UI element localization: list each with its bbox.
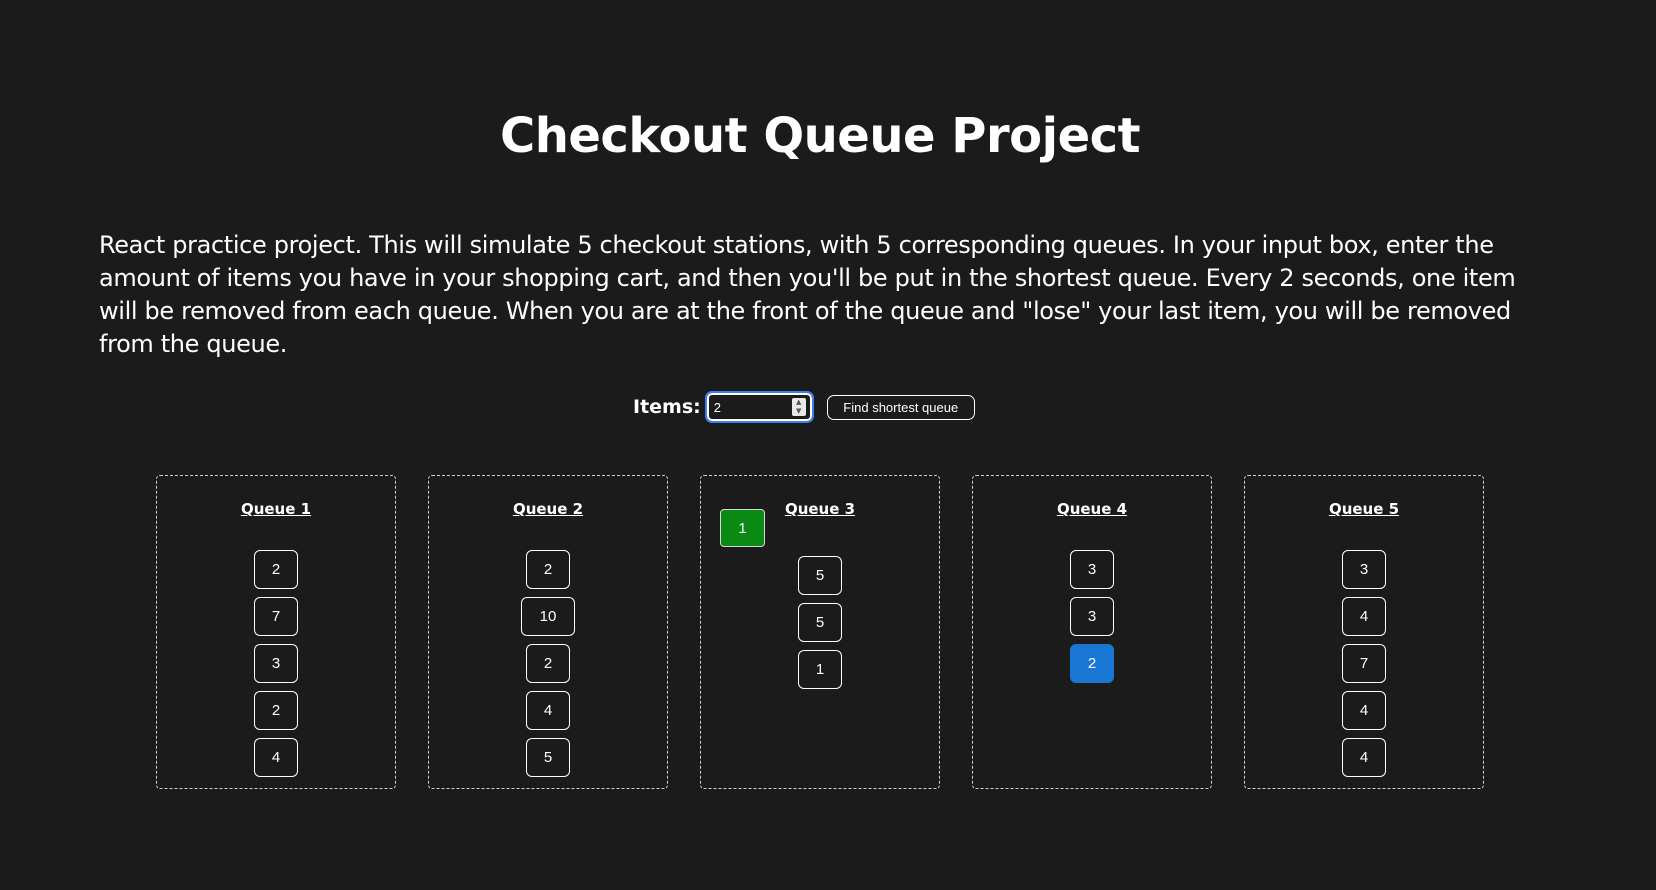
queue-item: 4: [526, 691, 570, 730]
queue-item: 4: [1342, 691, 1386, 730]
items-form: Items: ▲▼ Find shortest queue: [633, 391, 975, 423]
queue-item: 3: [1070, 597, 1114, 636]
queue-item: 2: [526, 550, 570, 589]
queue-items-list: 5 5 1: [701, 556, 939, 697]
queue-5: Queue 5 3 4 7 4 4: [1244, 475, 1484, 789]
queue-item: 3: [1342, 550, 1386, 589]
queue-item: 2: [254, 691, 298, 730]
number-spinner-icon[interactable]: ▲ ▼: [791, 398, 806, 416]
queue-item: 5: [526, 738, 570, 777]
queue-4: Queue 4 3 3 2: [972, 475, 1212, 789]
queue-title: Queue 2: [512, 500, 584, 518]
items-input-wrapper: ▲▼: [704, 391, 814, 423]
queue-title: Queue 4: [1056, 500, 1128, 518]
items-label: Items:: [633, 396, 701, 418]
queue-item: 4: [1342, 597, 1386, 636]
queue-item: 3: [1070, 550, 1114, 589]
queue-item: 2: [526, 644, 570, 683]
queue-title: Queue 5: [1328, 500, 1400, 518]
queue-items-list: 2 7 3 2 4: [157, 550, 395, 785]
queue-item: 7: [1342, 644, 1386, 683]
queue-items-list: 3 3 2: [973, 550, 1211, 691]
queue-item: 5: [798, 556, 842, 595]
queue-item: 2: [254, 550, 298, 589]
page-description: React practice project. This will simula…: [99, 231, 1516, 358]
queue-items-list: 2 10 2 4 5: [429, 550, 667, 785]
queue-item: 10: [521, 597, 575, 636]
queue-2: Queue 2 2 10 2 4 5: [428, 475, 668, 789]
queue-item: 1: [798, 650, 842, 689]
page-title: Checkout Queue Project: [499, 108, 1141, 164]
queue-3: Queue 31551: [700, 475, 940, 789]
find-shortest-queue-button[interactable]: Find shortest queue: [826, 394, 975, 420]
queue-item: 4: [254, 738, 298, 777]
queue-items-list: 3 4 7 4 4: [1245, 550, 1483, 785]
queue-item: 5: [798, 603, 842, 642]
queue-item: 4: [1342, 738, 1386, 777]
checkout-queue-page: Checkout Queue Project React practice pr…: [0, 0, 1656, 890]
queue-1: Queue 1 2 7 3 2 4: [156, 475, 396, 789]
served-customer-badge: 1: [720, 509, 765, 547]
queue-item: 3: [254, 644, 298, 683]
user-queue-item: 2: [1070, 644, 1114, 683]
queue-title: Queue 1: [240, 500, 312, 518]
queue-item: 7: [254, 597, 298, 636]
